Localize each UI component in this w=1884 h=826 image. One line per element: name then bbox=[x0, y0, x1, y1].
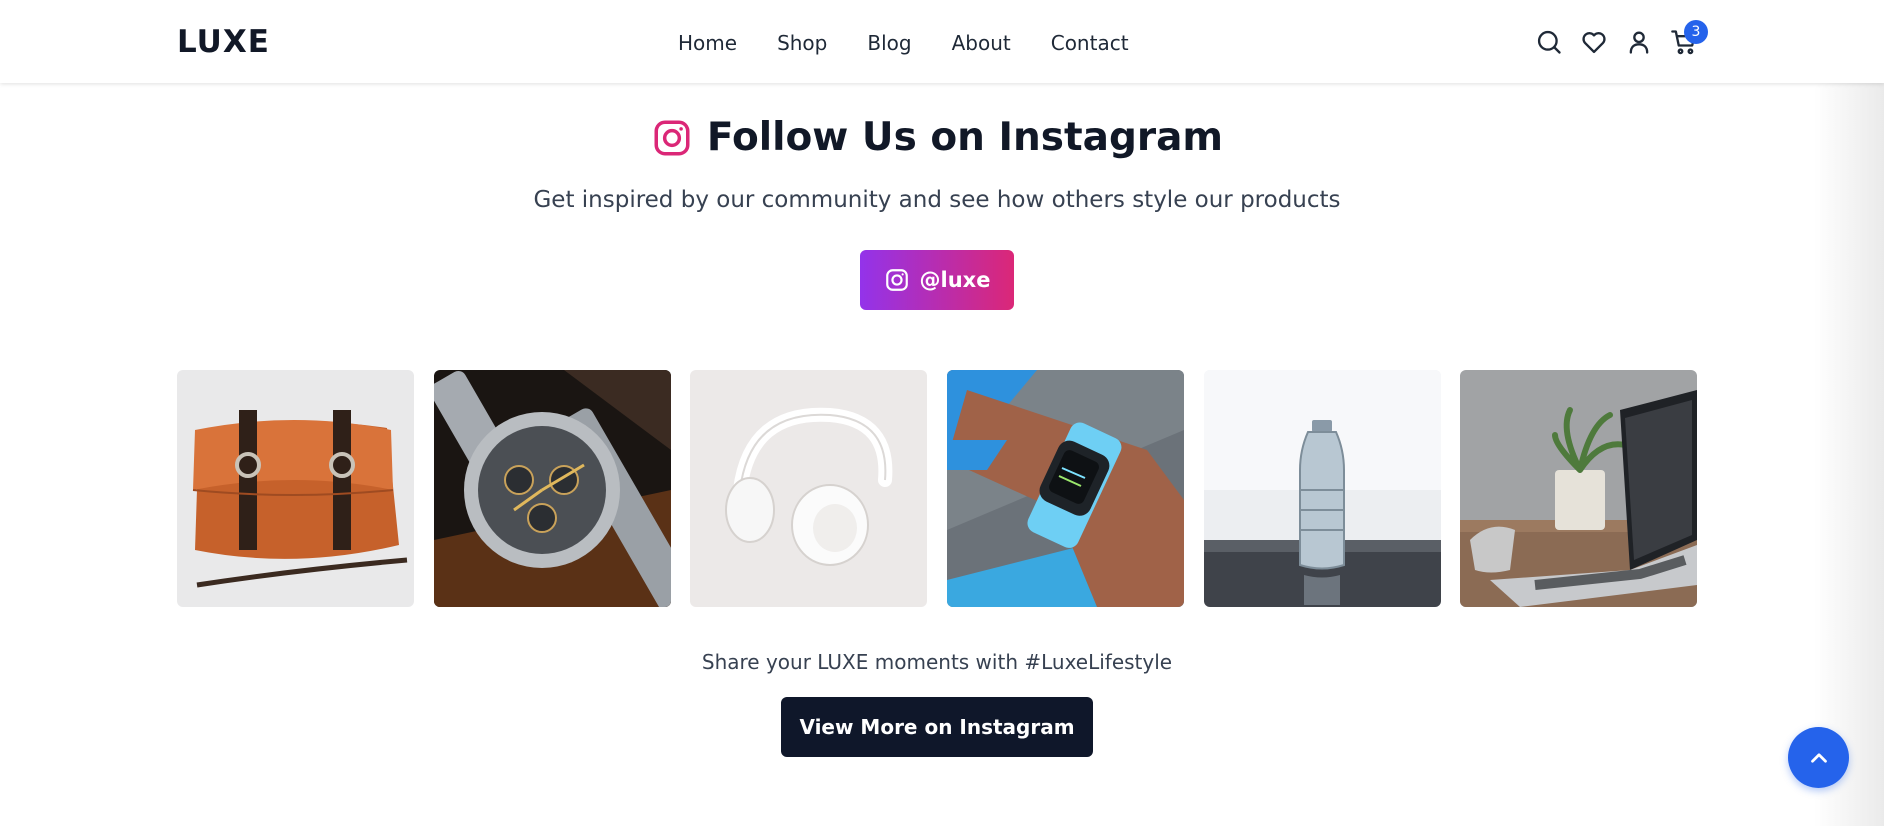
instagram-heading: Follow Us on Instagram bbox=[0, 115, 1874, 160]
nav-about[interactable]: About bbox=[952, 30, 1011, 56]
instagram-post-bag[interactable] bbox=[177, 370, 414, 607]
chevron-up-icon bbox=[1810, 752, 1827, 763]
nav-home[interactable]: Home bbox=[678, 30, 737, 56]
instagram-post-headphones[interactable] bbox=[690, 370, 927, 607]
hashtag-text: Share your LUXE moments with #LuxeLifest… bbox=[701, 650, 1173, 674]
instagram-post-smartwatch[interactable] bbox=[947, 370, 1184, 607]
right-edge-shadow bbox=[1814, 83, 1884, 826]
nav-contact[interactable]: Contact bbox=[1051, 30, 1129, 56]
top-navbar: LUXE Home Shop Blog About Contact 3 bbox=[0, 0, 1884, 83]
cart-count-badge: 3 bbox=[1684, 20, 1708, 44]
main-nav: Home Shop Blog About Contact bbox=[678, 30, 1169, 56]
instagram-post-laptop[interactable] bbox=[1460, 370, 1697, 607]
scroll-to-top-button[interactable] bbox=[1788, 727, 1849, 788]
nav-shop[interactable]: Shop bbox=[777, 30, 827, 56]
nav-blog[interactable]: Blog bbox=[867, 30, 911, 56]
instagram-icon bbox=[885, 269, 908, 291]
cart-icon[interactable]: 3 bbox=[1670, 20, 1708, 56]
user-icon[interactable] bbox=[1625, 28, 1653, 56]
search-icon[interactable] bbox=[1535, 28, 1563, 56]
instagram-handle-label: @luxe bbox=[919, 268, 991, 292]
section-subtitle: Get inspired by our community and see ho… bbox=[533, 187, 1341, 213]
section-title: Follow Us on Instagram bbox=[706, 115, 1224, 160]
logo[interactable]: LUXE bbox=[177, 24, 270, 60]
view-more-instagram-button[interactable]: View More on Instagram bbox=[781, 697, 1093, 757]
header-icons: 3 bbox=[1535, 20, 1715, 56]
instagram-icon bbox=[651, 117, 693, 159]
instagram-post-bottle[interactable] bbox=[1204, 370, 1441, 607]
instagram-handle-button[interactable]: @luxe bbox=[860, 250, 1014, 310]
heart-icon[interactable] bbox=[1580, 28, 1608, 56]
instagram-post-watch[interactable] bbox=[434, 370, 671, 607]
